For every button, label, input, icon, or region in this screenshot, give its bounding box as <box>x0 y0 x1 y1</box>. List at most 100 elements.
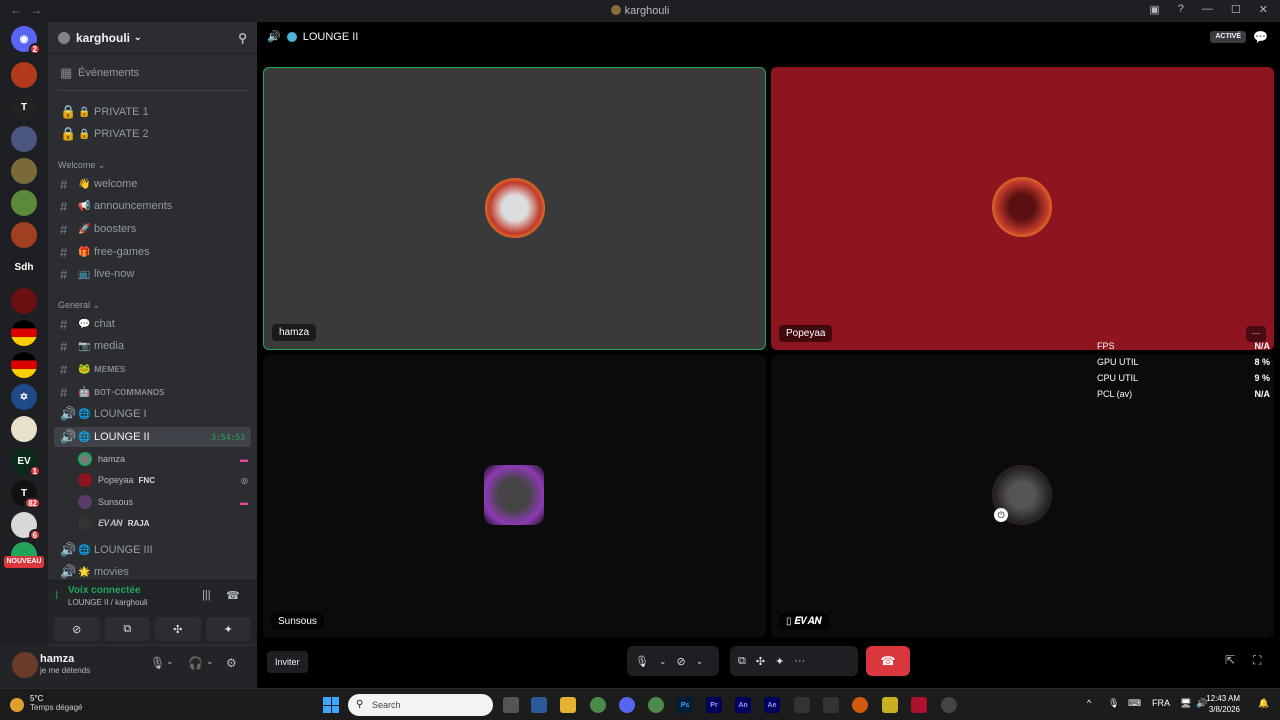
participant-tile[interactable]: Popeyaa ··· <box>771 67 1274 350</box>
guild-icon[interactable]: ✡ <box>11 384 37 410</box>
channel-live-now[interactable]: # 📺 live-now <box>54 264 251 284</box>
task-view-icon[interactable] <box>503 697 519 713</box>
activities-button[interactable]: ✣ <box>155 617 201 641</box>
guild-icon[interactable]: 6 <box>11 512 41 541</box>
chevron-down-icon[interactable]: ⌄ <box>659 656 667 667</box>
guild-icon[interactable] <box>11 158 37 184</box>
more-options-button[interactable]: ··· <box>1246 326 1266 342</box>
chat-bubble-icon[interactable]: 💬 <box>1253 30 1268 44</box>
more-icon[interactable]: ··· <box>794 655 805 667</box>
photoshop-icon[interactable]: Ps <box>677 697 693 713</box>
voice-channel-lounge-3[interactable]: 🔊 🌐 LOUNGE III <box>54 540 251 560</box>
signal-icon[interactable]: ⌇ <box>54 589 59 602</box>
premiere-icon[interactable]: Pr <box>706 697 722 713</box>
app-icon[interactable] <box>911 697 927 713</box>
guild-icon[interactable] <box>11 352 37 378</box>
soundboard-icon[interactable]: ✦ <box>775 655 784 668</box>
category-general[interactable]: General ⌄ <box>58 300 100 311</box>
notes-icon[interactable] <box>882 697 898 713</box>
avatar[interactable] <box>12 652 38 678</box>
clock[interactable]: 12:43 AM 3/8/2026 <box>1206 693 1240 715</box>
taskbar-search[interactable]: ⚲ Search <box>348 694 493 716</box>
participant-tile[interactable]: hamza <box>263 67 766 350</box>
notification-icon[interactable]: 🔔 <box>1258 698 1269 709</box>
close-button[interactable]: ✕ <box>1259 3 1268 16</box>
voice-member[interactable]: hamza ▬ <box>78 449 248 469</box>
file-explorer-icon[interactable] <box>560 697 576 713</box>
active-badge[interactable]: ACTIVÉ <box>1210 31 1246 43</box>
participant-tile[interactable]: Sunsous <box>263 355 766 638</box>
voice-channel-lounge-2[interactable]: 🔊 🌐 LOUNGE II 3:54:53 <box>54 427 251 447</box>
maximize-button[interactable]: ☐ <box>1231 3 1241 16</box>
pop-out-icon[interactable]: ⇱ <box>1225 653 1235 667</box>
voice-member[interactable]: Popeyaa FNC ◎ <box>78 470 248 490</box>
channel-boosters[interactable]: # 🚀 boosters <box>54 219 251 239</box>
guild-icon[interactable]: T <box>11 94 37 120</box>
camera-off-button[interactable]: ⊘ <box>54 617 100 641</box>
app-icon[interactable] <box>941 697 957 713</box>
microphone-icon[interactable]: 🎙 <box>150 656 165 670</box>
noise-suppression-icon[interactable]: ||| <box>202 589 211 601</box>
server-header[interactable]: karghouli ⌄ ⚲ <box>48 22 257 54</box>
channel-private-1[interactable]: 🔒 🔒 PRIVATE 1 <box>54 102 251 122</box>
microphone-icon[interactable]: 🎙 <box>635 655 649 668</box>
channel-announcements[interactable]: # 📢 announcements <box>54 196 251 216</box>
channel-bot-commands[interactable]: # 🤖 ʙᴏᴛ-ᴄᴏᴍᴍᴀɴᴅs <box>54 382 251 402</box>
app-icon[interactable] <box>852 697 868 713</box>
guild-icon[interactable] <box>11 416 37 442</box>
after-effects-icon[interactable]: Ae <box>764 697 780 713</box>
guild-icon[interactable] <box>11 126 37 152</box>
invite-people-icon[interactable]: ⚲ <box>238 31 247 45</box>
guild-icon[interactable] <box>11 62 37 88</box>
disconnect-icon[interactable]: ☎ <box>226 589 240 602</box>
activities-icon[interactable]: ✣ <box>756 655 765 668</box>
guild-icon[interactable] <box>11 320 37 346</box>
category-welcome[interactable]: Welcome ⌄ <box>58 160 105 171</box>
chrome-icon[interactable] <box>590 697 606 713</box>
guild-icon[interactable]: EV 1 <box>11 448 41 477</box>
help-icon[interactable]: ? <box>1178 3 1184 16</box>
guild-icon[interactable] <box>11 222 37 248</box>
soundboard-button[interactable]: ✦ <box>205 617 251 641</box>
voice-member[interactable]: 𝑬𝑽𝑨𝑵 RAJA <box>78 513 248 533</box>
guild-sdh[interactable]: Sdh <box>11 254 37 280</box>
hang-up-button[interactable]: ☎ <box>866 646 910 676</box>
chevron-down-icon[interactable]: ⌄ <box>696 656 704 667</box>
voice-member[interactable]: Sunsous ▬ <box>78 492 248 512</box>
voice-channel-movies[interactable]: 🔊 🌟 movies <box>54 562 251 582</box>
discord-home-icon[interactable]: ◉ 2 <box>11 26 41 55</box>
chevron-up-icon[interactable]: ^ <box>1087 698 1091 708</box>
fullscreen-icon[interactable]: ⛶ <box>1253 653 1261 668</box>
keyboard-icon[interactable]: ⌨ <box>1128 698 1141 709</box>
guild-icon[interactable] <box>11 288 37 314</box>
chevron-down-icon[interactable]: ⌄ <box>206 656 214 667</box>
store-icon[interactable] <box>531 697 547 713</box>
voice-channel-lounge-1[interactable]: 🔊 🌐 LOUNGE I <box>54 404 251 424</box>
channel-memes[interactable]: # 🐸 ᴍᴇᴍᴇs <box>54 359 251 379</box>
channel-private-2[interactable]: 🔒 🔒 PRIVATE 2 <box>54 124 251 144</box>
share-screen-icon[interactable]: ⧉ <box>738 655 746 668</box>
guild-icon[interactable]: T 82 <box>11 480 41 509</box>
voice-location[interactable]: LOUNGE II / karghouli <box>68 598 148 607</box>
guild-icon[interactable] <box>11 190 37 216</box>
headphones-icon[interactable]: 🎧 <box>188 656 203 670</box>
weather-widget[interactable]: 5°C Temps dégagé <box>10 694 82 712</box>
channel-media[interactable]: # 📷 media <box>54 336 251 356</box>
invite-button[interactable]: Inviter <box>267 651 308 673</box>
camera-off-icon[interactable]: ⊘ <box>677 655 686 668</box>
app-icon[interactable] <box>794 697 810 713</box>
discord-icon[interactable] <box>619 697 635 713</box>
app-icon[interactable] <box>823 697 839 713</box>
network-icon[interactable]: 🖥 <box>1180 698 1191 709</box>
language-indicator[interactable]: FRA <box>1152 698 1170 708</box>
inbox-icon[interactable]: ▣ <box>1149 3 1159 16</box>
microphone-tray-icon[interactable]: 🎙 <box>1108 698 1119 709</box>
channel-welcome[interactable]: # 👋 welcome <box>54 174 251 194</box>
chevron-down-icon[interactable]: ⌄ <box>166 656 174 667</box>
channel-free-games[interactable]: # 🎁 free-games <box>54 242 251 262</box>
voice-status[interactable]: Voix connectée <box>68 585 141 596</box>
windows-start-icon[interactable] <box>323 697 339 713</box>
chrome-icon[interactable] <box>648 697 664 713</box>
animate-icon[interactable]: An <box>735 697 751 713</box>
settings-gear-icon[interactable]: ⚙ <box>226 656 237 670</box>
